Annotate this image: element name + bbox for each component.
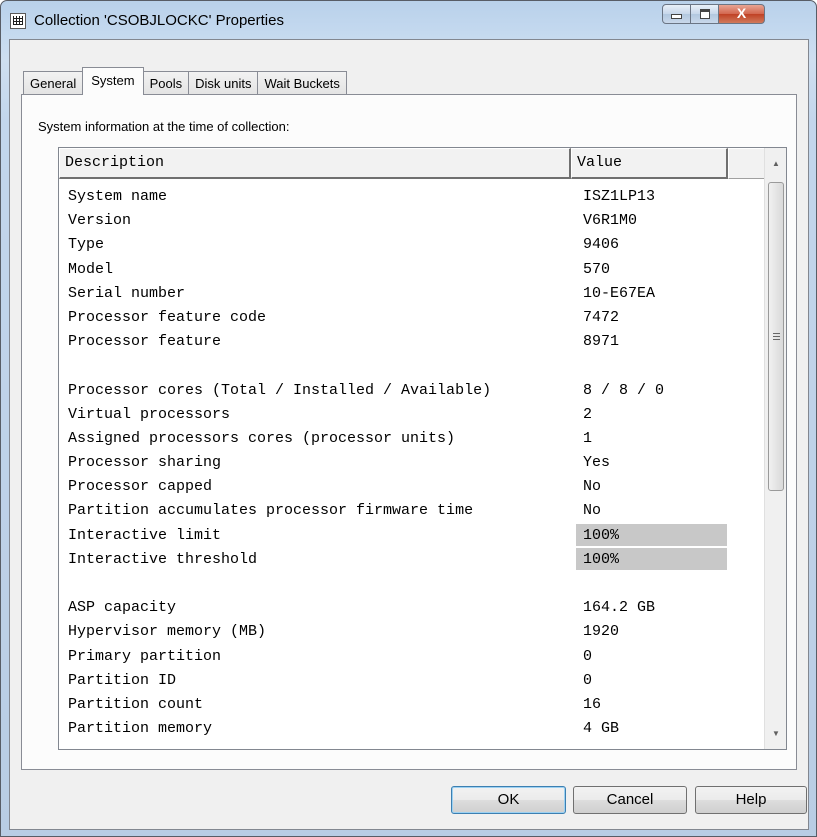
- row-description: Interactive limit: [68, 526, 222, 544]
- tab-disk-units[interactable]: Disk units: [188, 71, 259, 95]
- list-item[interactable]: ASP capacity 164.2 GB: [59, 596, 765, 620]
- list-item[interactable]: Model 570: [59, 258, 765, 282]
- list-item[interactable]: Partition accumulates processor firmware…: [59, 499, 765, 523]
- row-value: 8971: [583, 333, 620, 351]
- list-item[interactable]: Primary partition 0: [59, 645, 765, 669]
- column-header-description[interactable]: Description: [59, 148, 571, 179]
- scrollbar-thumb[interactable]: [768, 182, 784, 491]
- row-value: 100%: [576, 547, 727, 570]
- row-description: Processor capped: [68, 478, 213, 496]
- row-description: Partition count: [68, 695, 204, 713]
- row-value: 4 GB: [583, 720, 620, 738]
- list-item[interactable]: System name ISZ1LP13: [59, 185, 765, 209]
- tab-strip: General System Pools Disk units Wait Buc…: [23, 67, 347, 95]
- list-item[interactable]: Processor sharing Yes: [59, 451, 765, 475]
- list-item[interactable]: Processor cores (Total / Installed / Ava…: [59, 379, 765, 403]
- row-value: 1920: [583, 623, 620, 641]
- row-description: Partition memory: [68, 720, 213, 738]
- column-header-filler: [728, 148, 765, 179]
- row-value: [576, 572, 727, 594]
- row-description: Hypervisor memory (MB): [68, 623, 267, 641]
- app-icon[interactable]: [10, 13, 26, 29]
- list-item[interactable]: Virtual processors 2: [59, 403, 765, 427]
- row-value: 8 / 8 / 0: [583, 381, 665, 399]
- row-description: Processor cores (Total / Installed / Ava…: [68, 381, 492, 399]
- row-description: Type: [68, 236, 105, 254]
- close-icon: X: [736, 5, 747, 21]
- system-info-label: System information at the time of collec…: [38, 119, 290, 134]
- row-value: 100%: [576, 523, 727, 546]
- row-description: System name: [68, 188, 168, 205]
- system-info-list[interactable]: Description Value System name ISZ1LP13 Ver…: [58, 147, 787, 750]
- list-item[interactable]: Version V6R1M0: [59, 209, 765, 233]
- row-description: Partition ID: [68, 671, 177, 689]
- list-item[interactable]: [59, 354, 765, 378]
- row-description: Serial number: [68, 284, 186, 302]
- row-description: Model: [68, 260, 114, 278]
- list-header: Description Value: [59, 148, 765, 179]
- row-value: 10-E67EA: [583, 284, 656, 302]
- properties-window: Collection 'CSOBJLOCKC' Properties X Gen…: [0, 0, 817, 837]
- row-value: V6R1M0: [583, 212, 638, 230]
- vertical-scrollbar[interactable]: ▲ ▼: [764, 148, 786, 749]
- row-description: Interactive threshold: [68, 550, 258, 568]
- row-description: Processor feature code: [68, 308, 267, 326]
- tab-pools[interactable]: Pools: [142, 71, 190, 95]
- row-value: [576, 354, 727, 376]
- list-item[interactable]: Assigned processors cores (processor uni…: [59, 427, 765, 451]
- minimize-button[interactable]: [662, 4, 691, 24]
- row-value: ISZ1LP13: [583, 188, 656, 205]
- tab-general[interactable]: General: [23, 71, 84, 95]
- list-item[interactable]: Interactive limit 100%: [59, 523, 765, 548]
- list-item[interactable]: [59, 572, 765, 596]
- list-item[interactable]: Hypervisor memory (MB) 1920: [59, 620, 765, 644]
- list-item[interactable]: Processor feature code 7472: [59, 306, 765, 330]
- row-value: 0: [583, 671, 593, 689]
- list-item[interactable]: Interactive threshold 100%: [59, 547, 765, 572]
- row-value: Yes: [583, 454, 611, 472]
- minimize-icon: [671, 14, 682, 19]
- row-description: Processor feature: [68, 333, 222, 351]
- list-item[interactable]: Type 9406: [59, 233, 765, 257]
- row-description: Primary partition: [68, 647, 222, 665]
- window-title: Collection 'CSOBJLOCKC' Properties: [34, 12, 284, 29]
- row-description: ASP capacity: [68, 599, 177, 617]
- row-value: 16: [583, 695, 602, 713]
- row-value: 9406: [583, 236, 620, 254]
- list-item[interactable]: Processor capped No: [59, 475, 765, 499]
- row-description: Version: [68, 212, 132, 230]
- row-value: No: [583, 502, 602, 520]
- list-item[interactable]: Partition memory 4 GB: [59, 717, 765, 741]
- row-value: 2: [583, 405, 593, 423]
- row-value: No: [583, 478, 602, 496]
- close-button[interactable]: X: [719, 4, 765, 24]
- list-item[interactable]: Partition ID 0: [59, 669, 765, 693]
- scroll-up-icon[interactable]: ▲: [765, 153, 786, 175]
- scroll-down-icon[interactable]: ▼: [765, 723, 786, 745]
- row-description: Partition accumulates processor firmware…: [68, 502, 474, 520]
- help-button[interactable]: Help: [695, 786, 807, 814]
- row-value: 164.2 GB: [583, 599, 656, 617]
- row-description: Assigned processors cores (processor uni…: [68, 429, 456, 447]
- tab-system[interactable]: System: [82, 67, 144, 95]
- row-value: 7472: [583, 308, 620, 326]
- tab-wait-buckets[interactable]: Wait Buckets: [257, 71, 347, 95]
- ok-button[interactable]: OK: [451, 786, 566, 814]
- row-value: 0: [583, 647, 593, 665]
- column-header-value[interactable]: Value: [571, 148, 728, 179]
- maximize-icon: [699, 9, 710, 19]
- maximize-button[interactable]: [691, 4, 719, 24]
- row-value: 1: [583, 429, 593, 447]
- cancel-button[interactable]: Cancel: [573, 786, 687, 814]
- list-item[interactable]: Serial number 10-E67EA: [59, 282, 765, 306]
- list-rows: System name ISZ1LP13 Version V6R1M0 Type 9406…: [59, 185, 765, 741]
- list-item[interactable]: Partition count 16: [59, 693, 765, 717]
- grip-icon: [773, 333, 780, 341]
- title-bar[interactable]: Collection 'CSOBJLOCKC' Properties X: [1, 1, 816, 39]
- list-item[interactable]: Processor feature 8971: [59, 330, 765, 354]
- row-description: Virtual processors: [68, 405, 231, 423]
- row-value: 570: [583, 260, 611, 278]
- row-description: Processor sharing: [68, 454, 222, 472]
